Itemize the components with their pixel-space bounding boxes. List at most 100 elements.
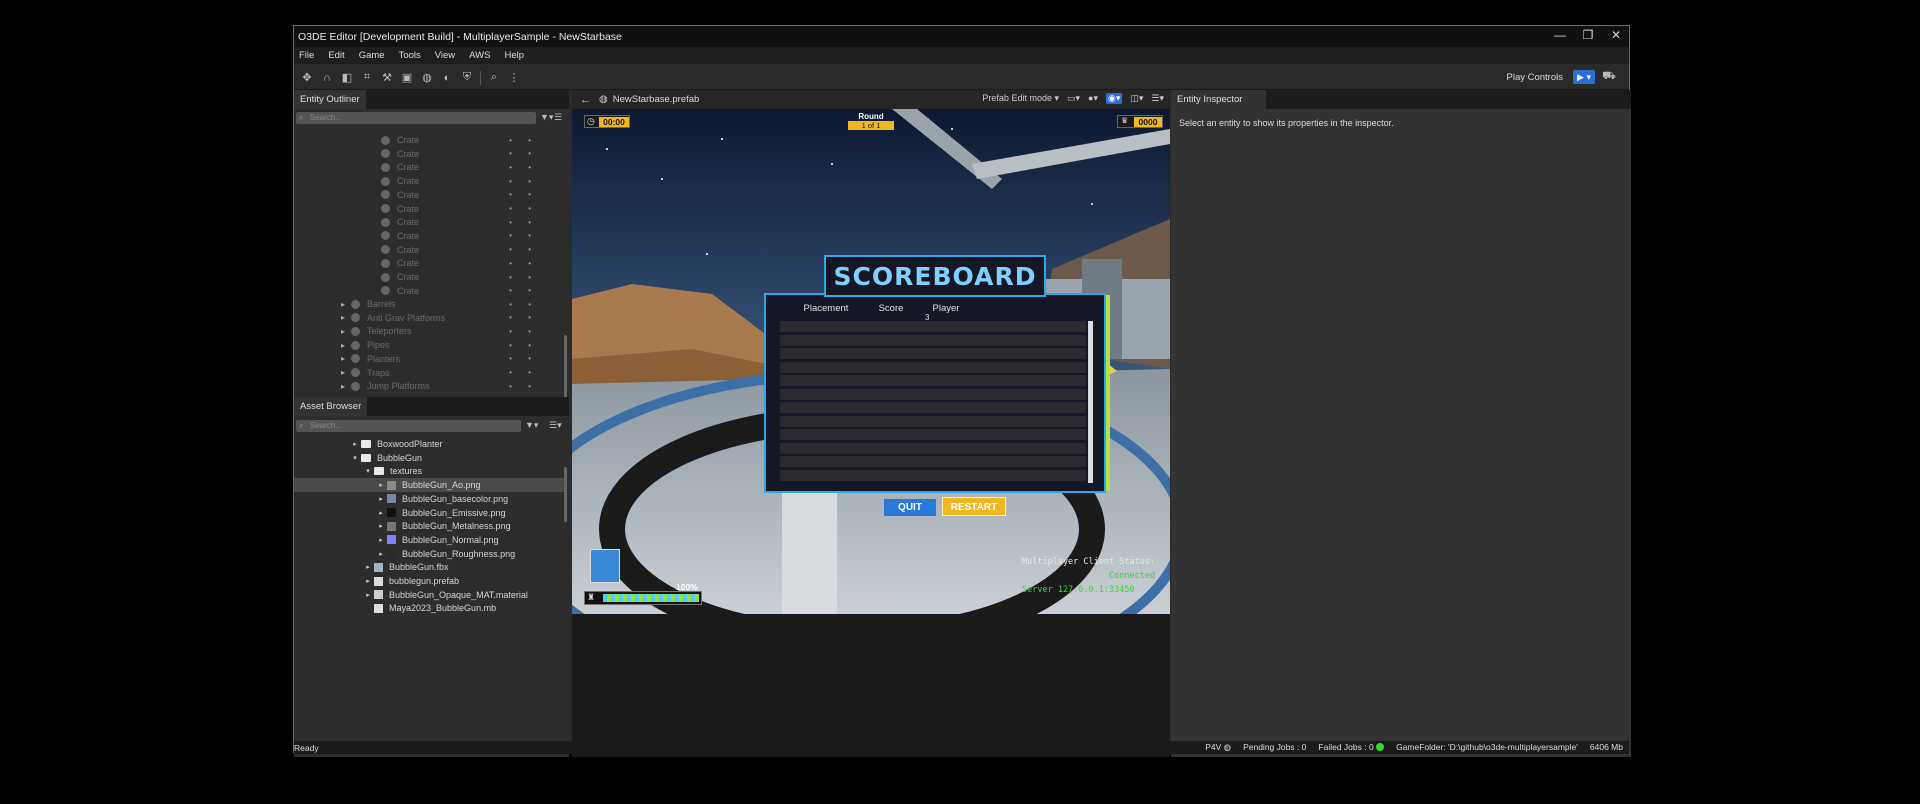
- outliner-item[interactable]: Crate • •: [381, 215, 566, 229]
- scoreboard-scrollbar[interactable]: [1088, 321, 1093, 483]
- outliner-item[interactable]: Crate • •: [381, 284, 566, 298]
- expand-caret-icon[interactable]: ▸: [341, 300, 351, 309]
- options-icon[interactable]: ☰▾: [549, 420, 562, 431]
- outliner-item[interactable]: Crate • •: [381, 174, 566, 188]
- expand-caret-icon[interactable]: ▾: [349, 454, 361, 462]
- expand-caret-icon[interactable]: ▸: [341, 313, 351, 322]
- menu-game[interactable]: Game: [354, 50, 394, 61]
- restart-button[interactable]: RESTART: [942, 497, 1006, 516]
- quit-button[interactable]: QUIT: [884, 499, 936, 516]
- visibility-lock-icons[interactable]: • •: [509, 259, 538, 268]
- asset-row[interactable]: ▾ BubbleGun: [294, 451, 566, 465]
- expand-caret-icon[interactable]: ▸: [349, 440, 361, 448]
- expand-caret-icon[interactable]: ▸: [341, 382, 351, 391]
- visibility-lock-icons[interactable]: • •: [509, 218, 538, 227]
- visibility-lock-icons[interactable]: • •: [509, 149, 538, 158]
- wrench-icon[interactable]: ⚒: [380, 71, 394, 85]
- expand-caret-icon[interactable]: ▸: [341, 341, 351, 350]
- visibility-lock-icons[interactable]: • •: [509, 327, 538, 336]
- asset-row[interactable]: ▾ textures: [294, 464, 566, 478]
- expand-caret-icon[interactable]: ▸: [362, 577, 374, 585]
- play-button[interactable]: ▶ ▾: [1573, 70, 1595, 84]
- visibility-lock-icons[interactable]: • •: [509, 313, 538, 322]
- expand-caret-icon[interactable]: ▸: [375, 509, 387, 517]
- menu-file[interactable]: File: [294, 50, 323, 61]
- asset-row[interactable]: ▸ BubbleGun_Normal.png: [294, 533, 566, 547]
- asset-search-input[interactable]: ⌕ Search...: [296, 420, 521, 432]
- visibility-lock-icons[interactable]: • •: [509, 300, 538, 309]
- visibility-lock-icons[interactable]: • •: [509, 368, 538, 377]
- outliner-group[interactable]: ▸ Planters • •: [341, 352, 566, 366]
- asset-browser-tab[interactable]: Asset Browser: [294, 397, 368, 416]
- asset-row[interactable]: ▸ BubbleGun_Ao.png: [294, 478, 566, 493]
- outliner-search-input[interactable]: ⌕ Search...: [296, 112, 536, 124]
- visibility-lock-icons[interactable]: • •: [509, 231, 538, 240]
- menu-help[interactable]: Help: [499, 50, 533, 61]
- expand-caret-icon[interactable]: ▸: [375, 550, 387, 558]
- options-icon[interactable]: ☰: [554, 112, 562, 123]
- expand-caret-icon[interactable]: ▸: [375, 495, 387, 503]
- visibility-lock-icons[interactable]: • •: [509, 286, 538, 295]
- outliner-item[interactable]: Crate • •: [381, 229, 566, 243]
- inspector-tab[interactable]: Entity Inspector: [1171, 90, 1266, 109]
- outliner-group[interactable]: ▸ Barrels • •: [341, 297, 566, 311]
- outliner-item[interactable]: Crate • •: [381, 147, 566, 161]
- back-arrow-icon[interactable]: ←: [572, 94, 599, 106]
- outliner-tab[interactable]: Entity Outliner: [294, 90, 366, 109]
- asset-row[interactable]: ▸ BoxwoodPlanter: [294, 437, 566, 451]
- visibility-lock-icons[interactable]: • •: [509, 204, 538, 213]
- visibility-lock-icons[interactable]: • •: [509, 190, 538, 199]
- globe-icon[interactable]: ◍: [420, 71, 434, 85]
- search-icon[interactable]: ⌕: [487, 71, 501, 85]
- expand-caret-icon[interactable]: ▸: [362, 563, 374, 571]
- prefab-edit-mode-dropdown[interactable]: Prefab Edit mode ▾: [982, 93, 1059, 104]
- maximize-button[interactable]: ❐: [1581, 28, 1595, 42]
- game-viewport[interactable]: ◷ 00:00 Round 1 of 1 ♛ 0000 SCOREBOARD P…: [572, 109, 1170, 614]
- menu-view[interactable]: View: [430, 50, 464, 61]
- expand-caret-icon[interactable]: ▸: [375, 481, 387, 489]
- minimize-button[interactable]: —: [1553, 28, 1567, 42]
- visibility-icon[interactable]: ◉▾: [1106, 93, 1123, 104]
- close-button[interactable]: ✕: [1609, 28, 1623, 42]
- outliner-item[interactable]: Crate • •: [381, 243, 566, 257]
- expand-caret-icon[interactable]: ▸: [341, 368, 351, 377]
- asset-row[interactable]: ▸ bubblegun.prefab: [294, 574, 566, 588]
- outliner-item[interactable]: Crate • •: [381, 256, 566, 270]
- expand-caret-icon[interactable]: ▸: [341, 327, 351, 336]
- visibility-lock-icons[interactable]: • •: [509, 273, 538, 282]
- outliner-item[interactable]: Crate • •: [381, 202, 566, 216]
- outliner-group[interactable]: ▸ Anti Grav Platforms • •: [341, 311, 566, 325]
- material-icon[interactable]: ◐: [440, 71, 454, 85]
- visibility-lock-icons[interactable]: • •: [509, 177, 538, 186]
- expand-caret-icon[interactable]: ▸: [375, 522, 387, 530]
- asset-row[interactable]: ▸ BubbleGun_Emissive.png: [294, 506, 566, 520]
- menu-aws[interactable]: AWS: [464, 50, 499, 61]
- expand-caret-icon[interactable]: ▸: [341, 354, 351, 363]
- visibility-lock-icons[interactable]: • •: [509, 382, 538, 391]
- asset-scrollbar[interactable]: [564, 467, 567, 522]
- p4v-status[interactable]: P4V ◍: [1205, 742, 1231, 753]
- camera-icon[interactable]: ▭▾: [1067, 93, 1080, 104]
- outliner-group[interactable]: ▸ Jump Platforms • •: [341, 379, 566, 393]
- cube-icon[interactable]: ◧: [340, 71, 354, 85]
- outliner-item[interactable]: Crate • •: [381, 270, 566, 284]
- filter-icon[interactable]: ▼▾: [540, 112, 553, 123]
- outliner-group[interactable]: ▸ Pipes • •: [341, 338, 566, 352]
- cart-icon[interactable]: ⛟: [1601, 70, 1617, 84]
- expand-caret-icon[interactable]: ▸: [375, 536, 387, 544]
- filter-icon[interactable]: ▼▾: [525, 420, 538, 431]
- outliner-item[interactable]: Crate • •: [381, 160, 566, 174]
- asset-row[interactable]: ▸ BubbleGun_Metalness.png: [294, 519, 566, 533]
- menu-icon[interactable]: ☰▾: [1151, 93, 1164, 104]
- select-tool-icon[interactable]: ✥: [300, 71, 314, 85]
- visibility-lock-icons[interactable]: • •: [509, 354, 538, 363]
- magnet-icon[interactable]: ∩: [320, 71, 334, 85]
- outliner-group[interactable]: ▸ Traps • •: [341, 366, 566, 380]
- more-icon[interactable]: ⋮: [507, 71, 521, 85]
- visibility-lock-icons[interactable]: • •: [509, 245, 538, 254]
- menu-edit[interactable]: Edit: [323, 50, 353, 61]
- expand-caret-icon[interactable]: ▸: [362, 591, 374, 599]
- terrain-icon[interactable]: ⌗: [360, 71, 374, 85]
- shield-icon[interactable]: ⛨: [460, 71, 474, 85]
- menu-tools[interactable]: Tools: [394, 50, 430, 61]
